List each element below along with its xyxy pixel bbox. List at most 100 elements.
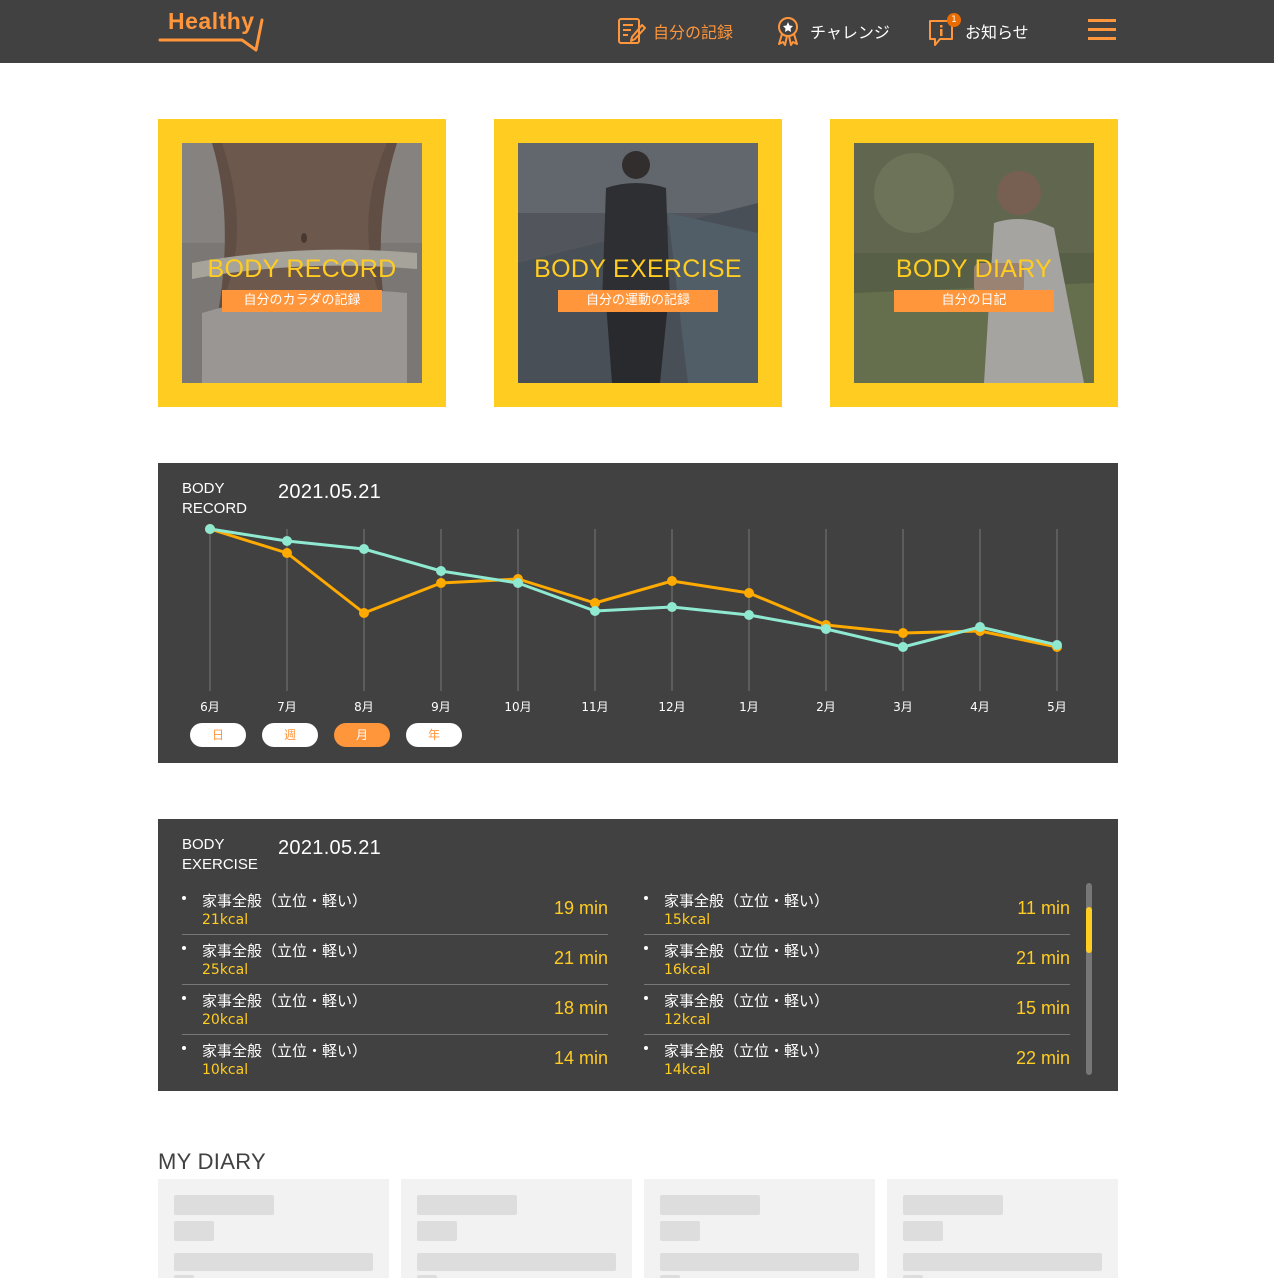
x-tick-label: 11月 — [581, 700, 608, 714]
x-tick-label: 5月 — [1047, 700, 1067, 714]
exercise-item: 家事全般（立位・軽い） 25kcal 21 min — [182, 935, 608, 985]
bullet-dot — [644, 996, 648, 1000]
x-tick-label: 10月 — [504, 700, 531, 714]
skeleton-line — [174, 1195, 274, 1215]
card-title: BODY EXERCISE — [534, 255, 742, 283]
range-month-button[interactable]: 月 — [334, 723, 390, 747]
exercise-scrollbar-thumb[interactable] — [1086, 907, 1092, 953]
x-tick-label: 7月 — [277, 700, 297, 714]
exercise-minutes: 22 min — [1015, 1048, 1070, 1068]
data-point-series-2 — [898, 642, 908, 652]
exercise-minutes: 15 min — [1015, 998, 1070, 1018]
exercise-minutes: 19 min — [553, 898, 608, 918]
card-subtitle: 自分のカラダの記録 — [222, 290, 382, 312]
bullet-dot — [644, 1046, 648, 1050]
data-point-series-2 — [1052, 640, 1062, 650]
nav-challenge[interactable]: チャレンジ — [772, 14, 890, 48]
hamburger-menu-icon[interactable] — [1087, 17, 1117, 43]
data-point-series-2 — [359, 544, 369, 554]
data-point-series-2 — [436, 566, 446, 576]
x-tick-label: 8月 — [354, 700, 374, 714]
healthy-logo[interactable]: Healthy — [158, 6, 268, 54]
exercise-name: 家事全般（立位・軽い） — [202, 892, 368, 910]
exercise-list-right: 家事全般（立位・軽い） 15kcal 11 min 家事全般（立位・軽い） 16… — [644, 885, 1070, 1075]
skeleton-line — [660, 1195, 760, 1215]
exercise-kcal: 20kcal — [202, 1012, 249, 1028]
diary-card[interactable] — [158, 1179, 389, 1278]
body-exercise-date: 2021.05.21 — [278, 837, 382, 859]
x-tick-label: 1月 — [739, 700, 759, 714]
skeleton-line — [417, 1195, 517, 1215]
exercise-scrollbar[interactable] — [1086, 883, 1092, 1075]
exercise-name: 家事全般（立位・軽い） — [202, 1042, 368, 1060]
series-line-2 — [209, 527, 1058, 649]
range-week-button[interactable]: 週 — [262, 723, 318, 747]
page: Healthy 自分の記録 チャレンジ 1 お知らせ BODY RECORD 自… — [0, 0, 1274, 1278]
data-point-series-2 — [590, 606, 600, 616]
bullet-dot — [182, 946, 186, 950]
skeleton-line — [660, 1221, 700, 1241]
exercise-item: 家事全般（立位・軽い） 14kcal 22 min — [644, 1035, 1070, 1075]
exercise-name: 家事全般（立位・軽い） — [664, 942, 830, 960]
data-point-series-1 — [744, 588, 754, 598]
diary-card[interactable] — [401, 1179, 632, 1278]
exercise-list-left: 家事全般（立位・軽い） 21kcal 19 min 家事全般（立位・軽い） 25… — [182, 885, 608, 1075]
diary-card[interactable] — [644, 1179, 875, 1278]
nav-challenge-label: チャレンジ — [810, 23, 890, 42]
exercise-name: 家事全般（立位・軽い） — [202, 942, 368, 960]
body-exercise-label: BODY EXERCISE — [182, 836, 258, 873]
data-point-series-2 — [975, 622, 985, 632]
exercise-item: 家事全般（立位・軽い） 12kcal 15 min — [644, 985, 1070, 1035]
exercise-kcal: 15kcal — [664, 912, 711, 928]
card-body-exercise[interactable]: BODY EXERCISE 自分の運動の記録 — [494, 119, 782, 407]
card-title: BODY RECORD — [207, 255, 397, 283]
skeleton-line — [903, 1253, 1102, 1271]
data-point-series-2 — [513, 578, 523, 588]
exercise-minutes: 14 min — [553, 1048, 608, 1068]
exercise-name: 家事全般（立位・軽い） — [202, 992, 368, 1010]
exercise-item: 家事全般（立位・軽い） 21kcal 19 min — [182, 885, 608, 935]
skeleton-line — [417, 1253, 616, 1271]
card-body-diary[interactable]: BODY DIARY 自分の日記 — [830, 119, 1118, 407]
x-tick-label: 4月 — [970, 700, 990, 714]
card-subtitle: 自分の運動の記録 — [558, 290, 718, 312]
range-year-button[interactable]: 年 — [406, 723, 462, 747]
x-tick-label: 9月 — [431, 700, 451, 714]
x-tick-label: 3月 — [893, 700, 913, 714]
body-exercise-photo: BODY EXERCISE 自分の運動の記録 — [518, 143, 758, 383]
nav-my-record-label: 自分の記録 — [653, 23, 734, 42]
exercise-kcal: 25kcal — [202, 962, 249, 978]
nav-my-record[interactable]: 自分の記録 — [615, 14, 733, 48]
x-tick-label: 2月 — [816, 700, 836, 714]
top-header: Healthy 自分の記録 チャレンジ 1 お知らせ — [0, 0, 1274, 63]
data-point-series-1 — [359, 608, 369, 618]
body-record-chart-panel: BODY RECORD 2021.05.21 6月 7月 8月 9月 10月 11月 12月… — [158, 463, 1118, 763]
bullet-dot — [644, 946, 648, 950]
exercise-minutes: 21 min — [553, 948, 608, 968]
skeleton-line — [174, 1221, 214, 1241]
range-day-button[interactable]: 日 — [190, 723, 246, 747]
card-body-record[interactable]: BODY RECORD 自分のカラダの記録 — [158, 119, 446, 407]
data-point-series-1 — [436, 578, 446, 588]
bullet-dot — [182, 896, 186, 900]
medal-icon — [772, 15, 804, 47]
bullet-dot — [182, 1046, 186, 1050]
exercise-minutes: 18 min — [553, 998, 608, 1018]
nav-news-label: お知らせ — [965, 23, 1029, 42]
nav-news[interactable]: 1 お知らせ — [927, 13, 1029, 48]
exercise-kcal: 14kcal — [664, 1062, 711, 1075]
diary-card[interactable] — [887, 1179, 1118, 1278]
exercise-item: 家事全般（立位・軽い） 10kcal 14 min — [182, 1035, 608, 1075]
exercise-name: 家事全般（立位・軽い） — [664, 1042, 830, 1060]
exercise-item: 家事全般（立位・軽い） 16kcal 21 min — [644, 935, 1070, 985]
card-title: BODY DIARY — [895, 255, 1053, 283]
memo-icon — [615, 15, 647, 47]
body-record-line-chart: 6月 7月 8月 9月 10月 11月 12月 1月 2月 3月 4月 5月 — [200, 524, 1067, 714]
data-point-series-2 — [821, 624, 831, 634]
exercise-kcal: 21kcal — [202, 912, 249, 928]
bullet-dot — [644, 896, 648, 900]
body-exercise-panel: BODY EXERCISE 2021.05.21 家事全般（立位・軽い） 21k… — [158, 819, 1118, 1091]
notification-badge: 1 — [947, 13, 961, 27]
skeleton-line — [417, 1221, 457, 1241]
skeleton-line — [903, 1221, 943, 1241]
